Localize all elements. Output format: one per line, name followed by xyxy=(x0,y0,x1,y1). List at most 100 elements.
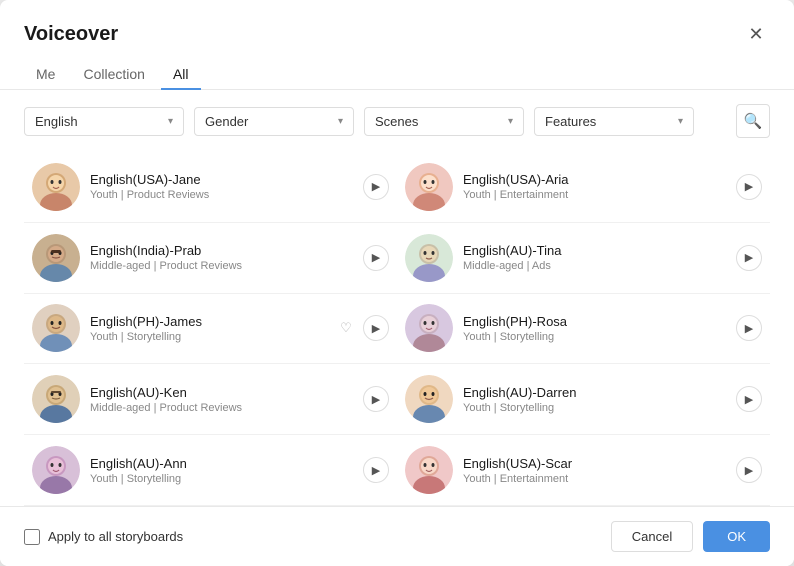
card-actions: ▶ xyxy=(736,315,762,341)
chevron-down-icon: ▾ xyxy=(168,116,173,127)
avatar xyxy=(32,304,80,352)
gender-filter[interactable]: Gender ▾ xyxy=(194,107,354,136)
voice-name: English(AU)-Darren xyxy=(463,385,726,400)
search-button[interactable]: 🔍 xyxy=(736,104,770,138)
voice-name: English(PH)-James xyxy=(90,314,323,329)
voice-info: English(AU)-Darren Youth | Storytelling xyxy=(463,385,726,414)
heart-button[interactable]: ♡ xyxy=(333,315,359,341)
play-icon: ▶ xyxy=(745,393,753,406)
close-icon: ✕ xyxy=(748,24,763,45)
language-filter[interactable]: English ▾ xyxy=(24,107,184,136)
card-actions: ▶ xyxy=(736,174,762,200)
play-icon: ▶ xyxy=(745,180,753,193)
voice-card[interactable]: English(USA)-Jane Youth | Product Review… xyxy=(24,152,397,223)
play-button[interactable]: ▶ xyxy=(736,174,762,200)
voice-info: English(India)-Prab Middle-aged | Produc… xyxy=(90,243,353,272)
card-actions: ▶ xyxy=(363,245,389,271)
modal-header: Voiceover ✕ xyxy=(0,0,794,48)
voice-card[interactable]: English(PH)-James Youth | Storytelling ♡… xyxy=(24,294,397,365)
voice-info: English(USA)-Jane Youth | Product Review… xyxy=(90,172,353,201)
voice-name: English(USA)-Aria xyxy=(463,172,726,187)
voice-meta: Youth | Storytelling xyxy=(90,473,353,485)
apply-all-label[interactable]: Apply to all storyboards xyxy=(24,529,183,545)
play-icon: ▶ xyxy=(372,393,380,406)
voice-info: English(AU)-Ken Middle-aged | Product Re… xyxy=(90,385,353,414)
apply-all-checkbox[interactable] xyxy=(24,529,40,545)
avatar xyxy=(32,234,80,282)
play-button[interactable]: ▶ xyxy=(736,245,762,271)
voice-card[interactable]: English(India)-Prab Middle-aged | Produc… xyxy=(24,223,397,294)
chevron-down-icon: ▾ xyxy=(508,116,513,127)
voice-info: English(PH)-Rosa Youth | Storytelling xyxy=(463,314,726,343)
voice-card[interactable]: English(USA)-Aria Youth | Entertainment … xyxy=(397,152,770,223)
play-icon: ▶ xyxy=(372,322,380,335)
heart-icon: ♡ xyxy=(340,320,352,336)
voice-meta: Youth | Product Reviews xyxy=(90,189,353,201)
play-button[interactable]: ▶ xyxy=(363,315,389,341)
voice-card[interactable]: English(USA)-Scar Youth | Entertainment … xyxy=(397,435,770,506)
close-button[interactable]: ✕ xyxy=(742,20,770,48)
gender-filter-placeholder: Gender xyxy=(205,114,248,129)
features-filter[interactable]: Features ▾ xyxy=(534,107,694,136)
play-button[interactable]: ▶ xyxy=(363,174,389,200)
play-icon: ▶ xyxy=(372,180,380,193)
voice-meta: Middle-aged | Product Reviews xyxy=(90,260,353,272)
voice-card[interactable]: English(AU)-Tina Middle-aged | Ads ▶ xyxy=(397,223,770,294)
card-actions: ▶ xyxy=(363,386,389,412)
modal-title: Voiceover xyxy=(24,23,118,46)
play-icon: ▶ xyxy=(372,251,380,264)
chevron-down-icon: ▾ xyxy=(338,116,343,127)
scenes-filter[interactable]: Scenes ▾ xyxy=(364,107,524,136)
ok-button[interactable]: OK xyxy=(703,521,770,552)
play-icon: ▶ xyxy=(372,464,380,477)
avatar xyxy=(405,446,453,494)
voice-card[interactable]: English(AU)-Ken Middle-aged | Product Re… xyxy=(24,364,397,435)
card-actions: ♡ ▶ xyxy=(333,315,389,341)
voice-name: English(AU)-Ken xyxy=(90,385,353,400)
filter-bar: English ▾ Gender ▾ Scenes ▾ Features ▾ 🔍 xyxy=(0,90,794,152)
tab-collection[interactable]: Collection xyxy=(71,60,156,90)
voice-info: English(USA)-Aria Youth | Entertainment xyxy=(463,172,726,201)
play-icon: ▶ xyxy=(745,322,753,335)
voice-meta: Middle-aged | Product Reviews xyxy=(90,402,353,414)
play-button[interactable]: ▶ xyxy=(736,386,762,412)
voice-meta: Middle-aged | Ads xyxy=(463,260,726,272)
voice-meta: Youth | Storytelling xyxy=(463,331,726,343)
voice-meta: Youth | Entertainment xyxy=(463,473,726,485)
play-button[interactable]: ▶ xyxy=(363,457,389,483)
voice-name: English(India)-Prab xyxy=(90,243,353,258)
card-actions: ▶ xyxy=(736,457,762,483)
voice-info: English(PH)-James Youth | Storytelling xyxy=(90,314,323,343)
cancel-button[interactable]: Cancel xyxy=(611,521,693,552)
play-button[interactable]: ▶ xyxy=(736,457,762,483)
voice-name: English(USA)-Scar xyxy=(463,456,726,471)
voice-name: English(AU)-Tina xyxy=(463,243,726,258)
card-actions: ▶ xyxy=(363,174,389,200)
play-button[interactable]: ▶ xyxy=(736,315,762,341)
search-icon: 🔍 xyxy=(744,112,763,130)
card-actions: ▶ xyxy=(736,386,762,412)
tab-me[interactable]: Me xyxy=(24,60,67,90)
features-filter-placeholder: Features xyxy=(545,114,596,129)
tab-all[interactable]: All xyxy=(161,60,201,90)
voice-name: English(USA)-Jane xyxy=(90,172,353,187)
play-button[interactable]: ▶ xyxy=(363,386,389,412)
voice-meta: Youth | Storytelling xyxy=(463,402,726,414)
avatar xyxy=(405,234,453,282)
voice-card[interactable]: English(AU)-Ann Youth | Storytelling ▶ xyxy=(24,435,397,506)
voice-info: English(AU)-Ann Youth | Storytelling xyxy=(90,456,353,485)
language-filter-value: English xyxy=(35,114,78,129)
avatar xyxy=(405,304,453,352)
voice-list: English(USA)-Jane Youth | Product Review… xyxy=(0,152,794,506)
voice-info: English(USA)-Scar Youth | Entertainment xyxy=(463,456,726,485)
voiceover-modal: Voiceover ✕ Me Collection All English ▾ … xyxy=(0,0,794,566)
card-actions: ▶ xyxy=(736,245,762,271)
voice-name: English(PH)-Rosa xyxy=(463,314,726,329)
play-button[interactable]: ▶ xyxy=(363,245,389,271)
avatar xyxy=(405,163,453,211)
voice-card[interactable]: English(PH)-Rosa Youth | Storytelling ▶ xyxy=(397,294,770,365)
voice-meta: Youth | Storytelling xyxy=(90,331,323,343)
voice-card[interactable]: English(AU)-Darren Youth | Storytelling … xyxy=(397,364,770,435)
modal-footer: Apply to all storyboards Cancel OK xyxy=(0,506,794,566)
scenes-filter-placeholder: Scenes xyxy=(375,114,418,129)
